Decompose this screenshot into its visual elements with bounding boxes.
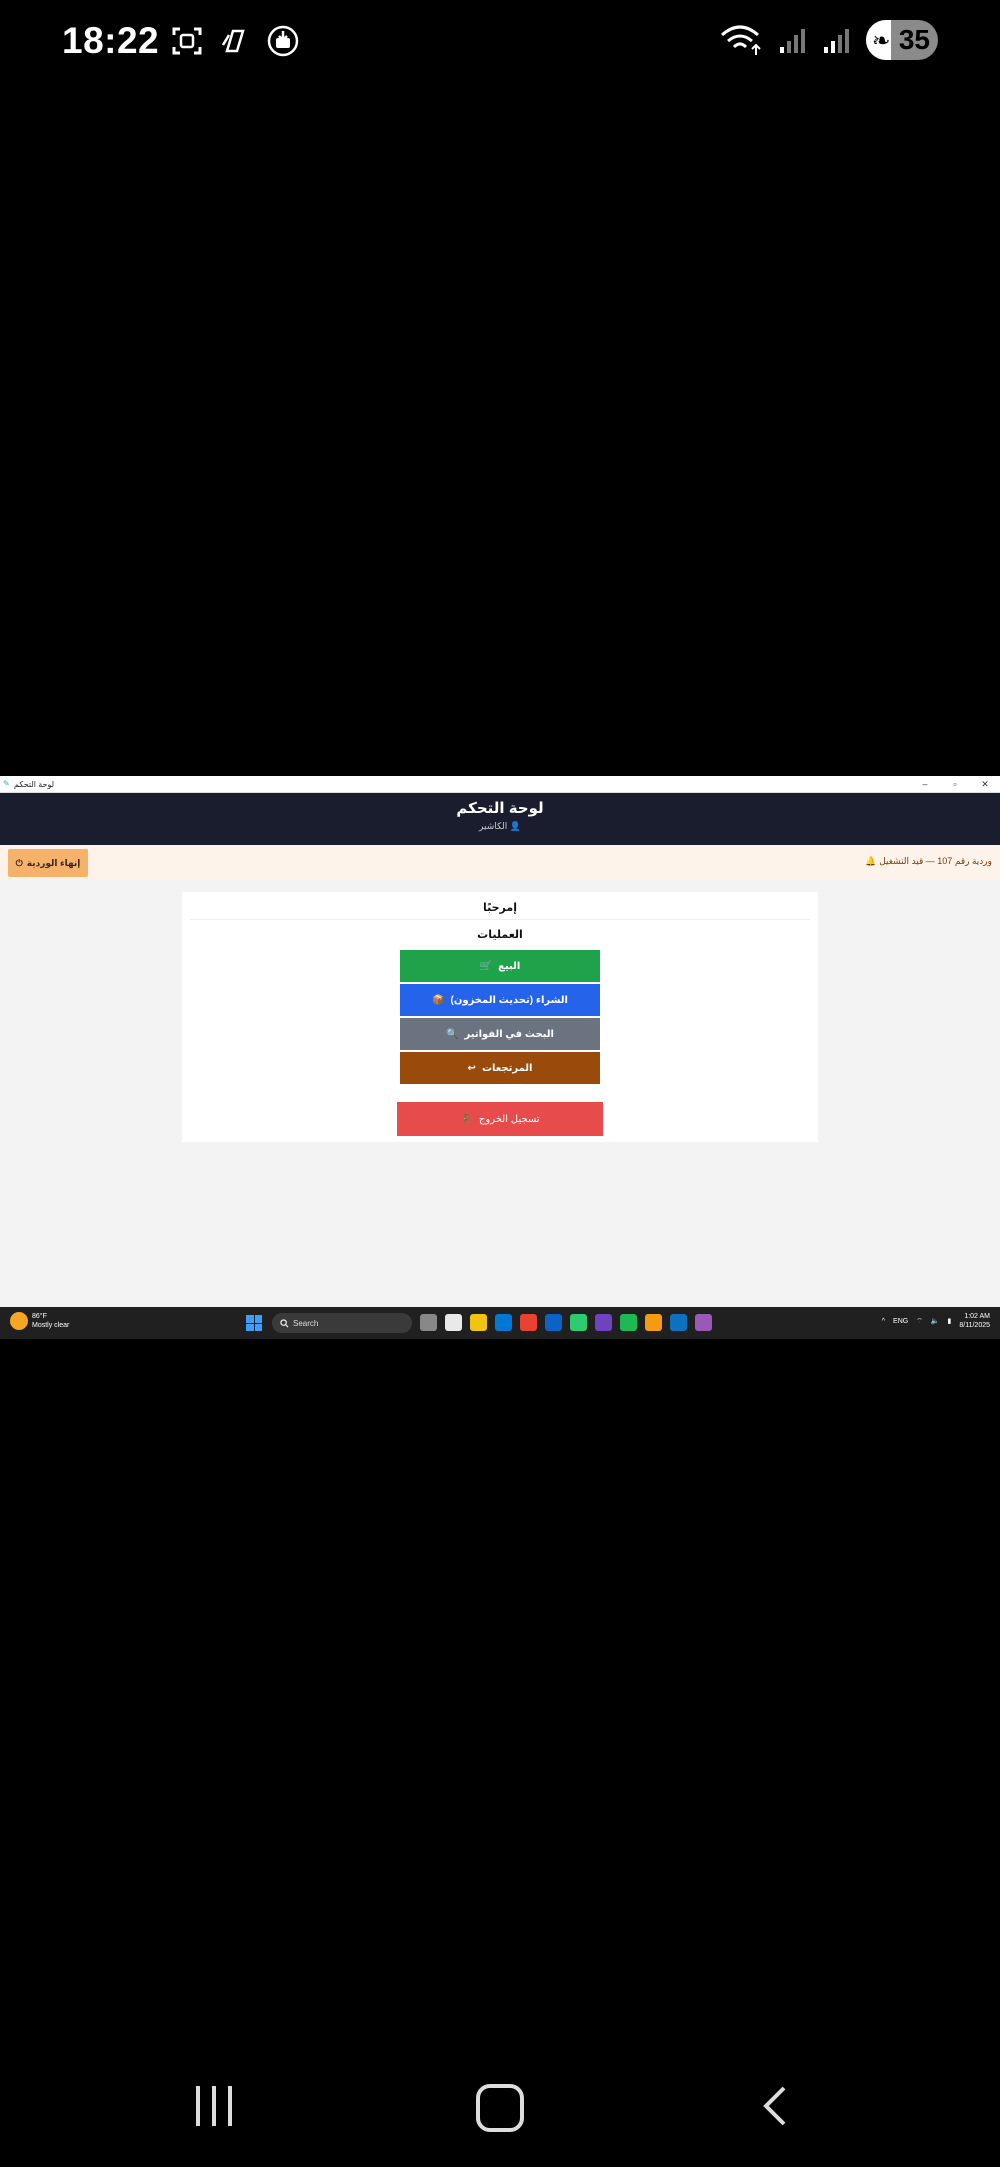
bell-icon: 🔔: [864, 856, 877, 866]
system-tray: ^ ENG ⌔ 🔈 ▮ 1:02 AM 8/11/2025: [882, 1312, 990, 1330]
taskbar-app-icon[interactable]: [445, 1314, 462, 1331]
user-name: الكاشير: [479, 821, 508, 831]
battery-icon[interactable]: ▮: [948, 1317, 952, 1325]
weather-widget[interactable]: 86°F Mostly clear: [10, 1312, 69, 1330]
search-icon: 🔍: [446, 1028, 459, 1040]
screenshot-icon: [170, 24, 204, 58]
shift-status-text: وردية رقم 107 — قيد التشغيل: [879, 856, 992, 866]
logout-button[interactable]: تسجيل الخروج 🚪: [397, 1102, 603, 1136]
app-feather-icon: ✎: [3, 779, 10, 788]
close-button[interactable]: ✕: [970, 776, 1000, 792]
back-button[interactable]: [760, 2086, 790, 2126]
sales-label: البيع: [498, 960, 521, 972]
shift-bar: إنهاء الوردية ⏻ وردية رقم 107 — قيد التش…: [0, 845, 1000, 882]
page-title: لوحة التحكم: [456, 800, 544, 817]
taskbar-app-icon[interactable]: [695, 1314, 712, 1331]
window-controls: – ▫ ✕: [910, 776, 1000, 792]
taskbar-apps: [420, 1314, 712, 1331]
copilot-icon: [218, 24, 252, 58]
taskbar-app-icon[interactable]: [420, 1314, 437, 1331]
search-icon: [280, 1318, 289, 1327]
language-indicator[interactable]: ENG: [893, 1318, 908, 1325]
door-icon: 🚪: [460, 1113, 473, 1125]
windows-taskbar: 86°F Mostly clear Search ^ ENG ⌔ 🔈 ▮ 1:0…: [0, 1307, 1000, 1339]
operations-title: العمليات: [477, 929, 523, 941]
taskbar-app-icon[interactable]: [470, 1314, 487, 1331]
recent-apps-button[interactable]: [196, 2086, 232, 2126]
return-icon: ↩: [467, 1062, 476, 1074]
operations-card: إمرحبًا العمليات البيع 🛒 الشراء (تحديث ا…: [182, 892, 818, 1142]
home-button[interactable]: [476, 2084, 524, 2132]
invoice-search-label: البحث في الفواتير: [464, 1028, 554, 1040]
weather-icon: [10, 1312, 28, 1330]
purchase-label: الشراء (تحديث المخزون): [450, 994, 568, 1006]
desktop-screen: ✎ لوحة التحكم – ▫ ✕ لوحة التحكم 👤 الكاشي…: [0, 776, 1000, 1339]
sales-button[interactable]: البيع 🛒: [400, 950, 600, 982]
returns-button[interactable]: المرتجعات ↩: [400, 1052, 600, 1084]
clock-time: 1:02 AM: [964, 1313, 990, 1320]
phone-status-bar: 18:22 ❧ 35: [0, 0, 1000, 84]
tray-chevron-icon[interactable]: ^: [882, 1318, 885, 1325]
search-placeholder: Search: [293, 1318, 319, 1328]
minimize-button[interactable]: –: [910, 776, 940, 792]
wifi-icon[interactable]: ⌔: [916, 1317, 923, 1326]
volume-icon[interactable]: 🔈: [931, 1317, 940, 1325]
welcome-text: إمرحبًا: [190, 892, 810, 920]
phone-nav-bar: [0, 2060, 1000, 2150]
window-titlebar: ✎ لوحة التحكم – ▫ ✕: [0, 776, 1000, 793]
logout-label: تسجيل الخروج: [478, 1113, 540, 1125]
status-icons-right: ❧ 35: [720, 20, 938, 60]
end-shift-label: إنهاء الوردية: [26, 857, 81, 868]
wifi-icon: [721, 25, 761, 55]
windows-start-icon[interactable]: [246, 1315, 262, 1331]
leaf-icon: ❧: [872, 28, 891, 53]
status-time: 18:22: [62, 20, 160, 61]
taskbar-app-icon[interactable]: [670, 1314, 687, 1331]
user-icon: 👤: [509, 821, 521, 831]
cart-icon: 🛒: [479, 960, 493, 972]
download-icon: [266, 24, 300, 58]
end-shift-button[interactable]: إنهاء الوردية ⏻: [8, 849, 88, 877]
taskbar-app-icon[interactable]: [545, 1314, 562, 1331]
box-icon: 📦: [432, 994, 445, 1006]
taskbar-clock[interactable]: 1:02 AM 8/11/2025: [959, 1312, 990, 1330]
signal-icon-2: [824, 29, 849, 53]
taskbar-app-icon[interactable]: [520, 1314, 537, 1331]
invoice-search-button[interactable]: البحث في الفواتير 🔍: [400, 1018, 600, 1050]
window-title: لوحة التحكم: [14, 779, 55, 789]
current-user: 👤 الكاشير: [0, 821, 1000, 832]
maximize-button[interactable]: ▫: [940, 776, 970, 792]
battery-indicator: ❧ 35: [866, 20, 938, 60]
taskbar-app-icon[interactable]: [595, 1314, 612, 1331]
main-area: إمرحبًا العمليات البيع 🛒 الشراء (تحديث ا…: [0, 880, 1000, 1284]
weather-text: Mostly clear: [32, 1322, 70, 1329]
taskbar-app-icon[interactable]: [620, 1314, 637, 1331]
signal-icon: [780, 29, 805, 53]
weather-temp: 86°F: [32, 1313, 47, 1320]
taskbar-app-icon[interactable]: [645, 1314, 662, 1331]
status-icons-left: [170, 24, 300, 58]
taskbar-app-icon[interactable]: [570, 1314, 587, 1331]
shift-status: وردية رقم 107 — قيد التشغيل 🔔: [865, 856, 992, 867]
taskbar-search[interactable]: Search: [272, 1313, 412, 1333]
app-header: لوحة التحكم 👤 الكاشير: [0, 793, 1000, 845]
returns-label: المرتجعات: [481, 1062, 533, 1074]
purchase-button[interactable]: الشراء (تحديث المخزون) 📦: [400, 984, 600, 1016]
power-icon: ⏻: [15, 857, 23, 868]
taskbar-app-icon[interactable]: [495, 1314, 512, 1331]
clock-date: 8/11/2025: [959, 1322, 990, 1329]
